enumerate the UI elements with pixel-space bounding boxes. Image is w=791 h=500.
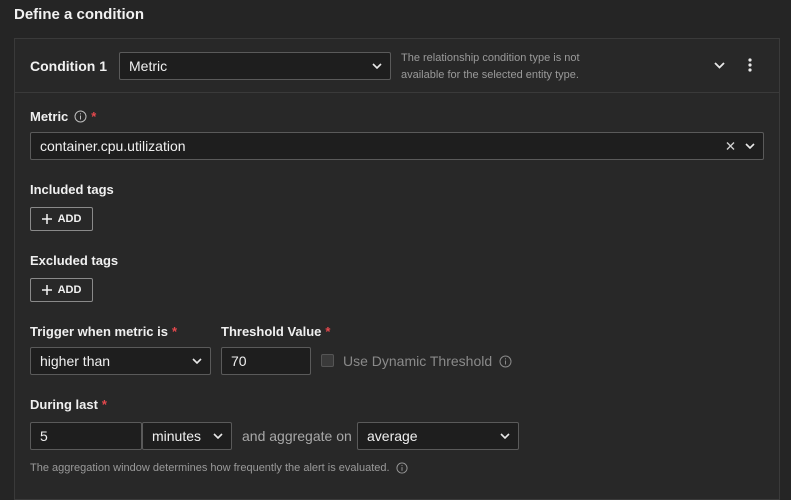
- during-unit-select[interactable]: minutes: [142, 422, 232, 450]
- condition-type-notice: The relationship condition type is not a…: [401, 52, 580, 81]
- plus-icon: [41, 285, 52, 295]
- info-icon[interactable]: [396, 462, 408, 474]
- aggregate-value: average: [367, 428, 418, 444]
- condition-type-value: Metric: [129, 58, 168, 74]
- trigger-label-group: Trigger when metric is *: [30, 324, 177, 339]
- close-icon[interactable]: [726, 142, 735, 151]
- condition-label: Condition 1: [30, 58, 107, 74]
- excluded-tags-label: Excluded tags: [30, 253, 118, 268]
- chevron-down-icon: [372, 63, 382, 69]
- aggregation-help: The aggregation window determines how fr…: [30, 462, 408, 474]
- during-label-group: During last *: [30, 397, 107, 412]
- chevron-down-icon: [192, 358, 202, 364]
- add-excluded-tag-label: ADD: [57, 284, 82, 296]
- kebab-menu-icon[interactable]: [742, 56, 758, 74]
- trigger-value: higher than: [40, 353, 111, 369]
- included-tags-label-text: Included tags: [30, 182, 114, 197]
- threshold-label: Threshold Value: [221, 324, 322, 339]
- trigger-select[interactable]: higher than: [30, 347, 211, 375]
- required-marker: *: [172, 324, 178, 339]
- during-value: 5: [40, 428, 48, 444]
- metric-select[interactable]: container.cpu.utilization: [30, 132, 764, 160]
- aggregation-help-text: The aggregation window determines how fr…: [30, 462, 390, 474]
- trigger-label: Trigger when metric is: [30, 324, 168, 339]
- info-icon[interactable]: [499, 355, 512, 368]
- add-excluded-tag-button[interactable]: ADD: [30, 278, 93, 302]
- page-title: Define a condition: [14, 6, 145, 23]
- dynamic-threshold-group: Use Dynamic Threshold: [343, 353, 512, 369]
- metric-label-group: Metric *: [30, 109, 96, 124]
- condition-header: Condition 1 Metric The relationship cond…: [15, 39, 779, 93]
- plus-icon: [41, 214, 52, 224]
- collapse-chevron-icon[interactable]: [711, 57, 727, 73]
- metric-value: container.cpu.utilization: [40, 138, 186, 154]
- threshold-value: 70: [231, 353, 247, 369]
- included-tags-label: Included tags: [30, 182, 114, 197]
- required-marker: *: [325, 324, 331, 339]
- chevron-down-icon: [500, 433, 510, 439]
- threshold-label-group: Threshold Value *: [221, 324, 330, 339]
- during-unit-value: minutes: [152, 428, 202, 444]
- metric-label: Metric: [30, 109, 69, 124]
- condition-type-select[interactable]: Metric: [119, 52, 391, 80]
- chevron-down-icon: [213, 433, 223, 439]
- aggregate-text: and aggregate on: [242, 428, 352, 444]
- during-value-input[interactable]: 5: [30, 422, 142, 450]
- add-included-tag-label: ADD: [57, 213, 82, 225]
- required-marker: *: [91, 109, 97, 124]
- threshold-input[interactable]: 70: [221, 347, 311, 375]
- excluded-tags-label-text: Excluded tags: [30, 253, 119, 268]
- add-included-tag-button[interactable]: ADD: [30, 207, 93, 231]
- dynamic-threshold-checkbox[interactable]: [321, 354, 334, 367]
- chevron-down-icon: [745, 143, 755, 149]
- dynamic-threshold-label: Use Dynamic Threshold: [343, 353, 493, 369]
- info-icon[interactable]: [74, 110, 87, 123]
- during-label: During last: [30, 397, 98, 412]
- required-marker: *: [101, 397, 107, 412]
- aggregate-select[interactable]: average: [357, 422, 519, 450]
